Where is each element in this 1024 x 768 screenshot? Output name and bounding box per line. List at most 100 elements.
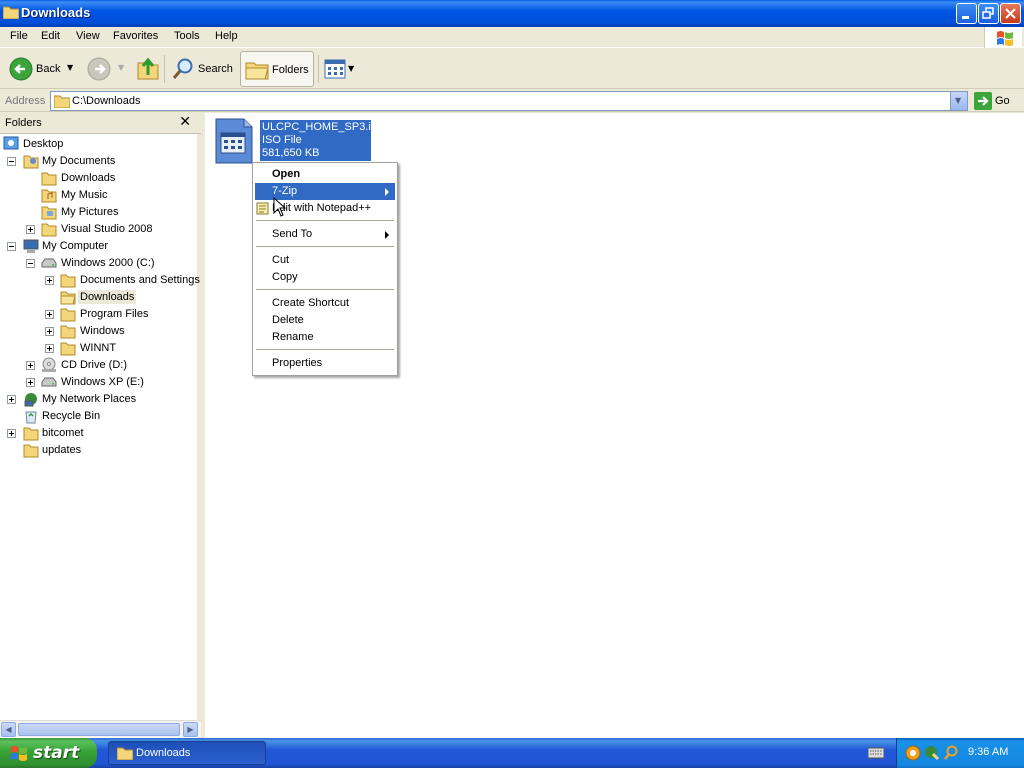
menu-item-rename[interactable]: Rename [255,329,395,346]
folders-pane: Folders ✕ Desktop My Documents Downloads… [0,113,201,738]
scroll-right-icon[interactable]: ▶ [183,722,198,737]
close-icon[interactable]: ✕ [179,114,191,130]
tree-item-label: My Network Places [42,393,137,405]
folders-button[interactable]: Folders [240,51,314,87]
cursor-icon [273,197,287,217]
menu-item-properties[interactable]: Properties [255,355,395,372]
tree-item-c-downloads[interactable]: Downloads [0,289,200,306]
menu-favorites[interactable]: Favorites [113,30,158,42]
expand-icon[interactable] [26,378,35,387]
menu-bar: File Edit View Favorites Tools Help [0,27,1024,48]
horizontal-scrollbar[interactable]: ◀ ▶ [0,720,201,737]
tree-item-documents-and-settings[interactable]: Documents and Settings [0,272,200,289]
up-folder-icon[interactable] [136,55,160,81]
tree-item-bitcomet[interactable]: bitcomet [0,425,200,442]
menu-item-cut[interactable]: Cut [255,252,395,269]
tree-item-drive-c[interactable]: Windows 2000 (C:) [0,255,200,272]
menu-tools[interactable]: Tools [174,30,200,42]
tree-item-visual-studio-2008[interactable]: Visual Studio 2008 [0,221,200,238]
forward-arrow-icon[interactable] [87,57,111,81]
folders-pane-header: Folders ✕ [0,113,201,134]
back-dropdown-icon[interactable]: ▼ [67,63,73,72]
views-icon[interactable] [324,59,346,79]
tray-app-icon[interactable] [905,745,921,761]
expand-icon[interactable] [26,361,35,370]
close-button[interactable] [1000,3,1021,24]
menu-item-create-shortcut[interactable]: Create Shortcut [255,295,395,312]
tree-item-label: Downloads [78,290,137,304]
tree-item-drive-e[interactable]: Windows XP (E:) [0,374,200,391]
tree-item-label: Downloads [61,172,116,184]
forward-dropdown-icon[interactable]: ▼ [118,63,124,72]
menu-item-open[interactable]: Open [255,166,395,183]
tree-item-label: Windows XP (E:) [61,376,144,388]
collapse-icon[interactable] [7,242,16,251]
collapse-icon[interactable] [26,259,35,268]
address-value: C:\Downloads [72,95,141,107]
menu-item-copy[interactable]: Copy [255,269,395,286]
clock[interactable]: 9:36 AM [968,746,1008,758]
go-arrow-icon[interactable] [974,92,992,110]
go-button-label[interactable]: Go [995,95,1010,107]
address-input[interactable]: C:\Downloads ▼ [50,91,968,111]
expand-icon[interactable] [45,276,54,285]
restore-button[interactable] [978,3,999,24]
search-button-label[interactable]: Search [198,63,233,75]
menu-file[interactable]: File [10,30,28,42]
expand-icon[interactable] [45,327,54,336]
network-tray-icon[interactable] [924,745,940,761]
minimize-button[interactable] [956,3,977,24]
file-name: ULCPC_HOME_SP3.iso [262,121,383,133]
tree-item-windows[interactable]: Windows [0,323,200,340]
address-dropdown-button[interactable]: ▼ [950,92,967,110]
tree-item-label: updates [42,444,82,456]
expand-icon[interactable] [45,310,54,319]
keyboard-icon[interactable] [868,747,884,759]
folder-icon [3,6,19,19]
back-arrow-icon[interactable] [9,57,33,81]
tree-item-label: Windows [80,325,125,337]
back-button-label[interactable]: Back [36,63,60,75]
tree-item-label: Visual Studio 2008 [61,223,153,235]
menu-help[interactable]: Help [215,30,238,42]
recycle-bin-icon [25,411,37,424]
tree-item-recycle-bin[interactable]: Recycle Bin [0,408,200,425]
tree-item-my-documents[interactable]: My Documents [0,153,200,170]
tree-item-program-files[interactable]: Program Files [0,306,200,323]
menu-item-label: Send To [272,228,313,240]
folder-icon [23,444,39,458]
tree-item-winnt[interactable]: WINNT [0,340,200,357]
taskbar-item-downloads[interactable]: Downloads [108,741,266,765]
start-button[interactable]: start [0,738,97,768]
expand-icon[interactable] [45,344,54,353]
expand-icon[interactable] [7,395,16,404]
tree-item-my-pictures[interactable]: My Pictures [0,204,200,221]
expand-icon[interactable] [26,225,35,234]
restore-icon [982,7,994,19]
tree-item-drive-d[interactable]: CD Drive (D:) [0,357,200,374]
collapse-icon[interactable] [7,157,16,166]
menu-edit[interactable]: Edit [41,30,60,42]
network-icon [24,393,37,407]
tree-item-downloads[interactable]: Downloads [0,170,200,187]
menu-view[interactable]: View [76,30,100,42]
tree-item-my-computer[interactable]: My Computer [0,238,200,255]
folder-icon [41,223,57,237]
menu-item-delete[interactable]: Delete [255,312,395,329]
scroll-left-icon[interactable]: ◀ [1,722,16,737]
scrollbar-thumb[interactable] [18,723,180,736]
menu-separator [256,246,394,247]
tree-item-desktop[interactable]: Desktop [0,136,200,153]
menu-item-send-to[interactable]: Send To [255,226,395,243]
expand-icon[interactable] [7,429,16,438]
search-tray-icon[interactable] [943,745,959,761]
search-icon[interactable] [171,57,195,81]
notepad-plus-plus-icon [256,202,269,215]
file-size: 581,650 KB [262,147,320,159]
tree-item-my-music[interactable]: My Music [0,187,200,204]
menu-item-label: Create Shortcut [272,297,350,309]
file-info-selected[interactable]: ULCPC_HOME_SP3.iso ISO File 581,650 KB [260,120,383,161]
tree-item-my-network-places[interactable]: My Network Places [0,391,200,408]
tree-item-updates[interactable]: updates [0,442,200,459]
views-dropdown-icon[interactable]: ▼ [348,64,354,73]
